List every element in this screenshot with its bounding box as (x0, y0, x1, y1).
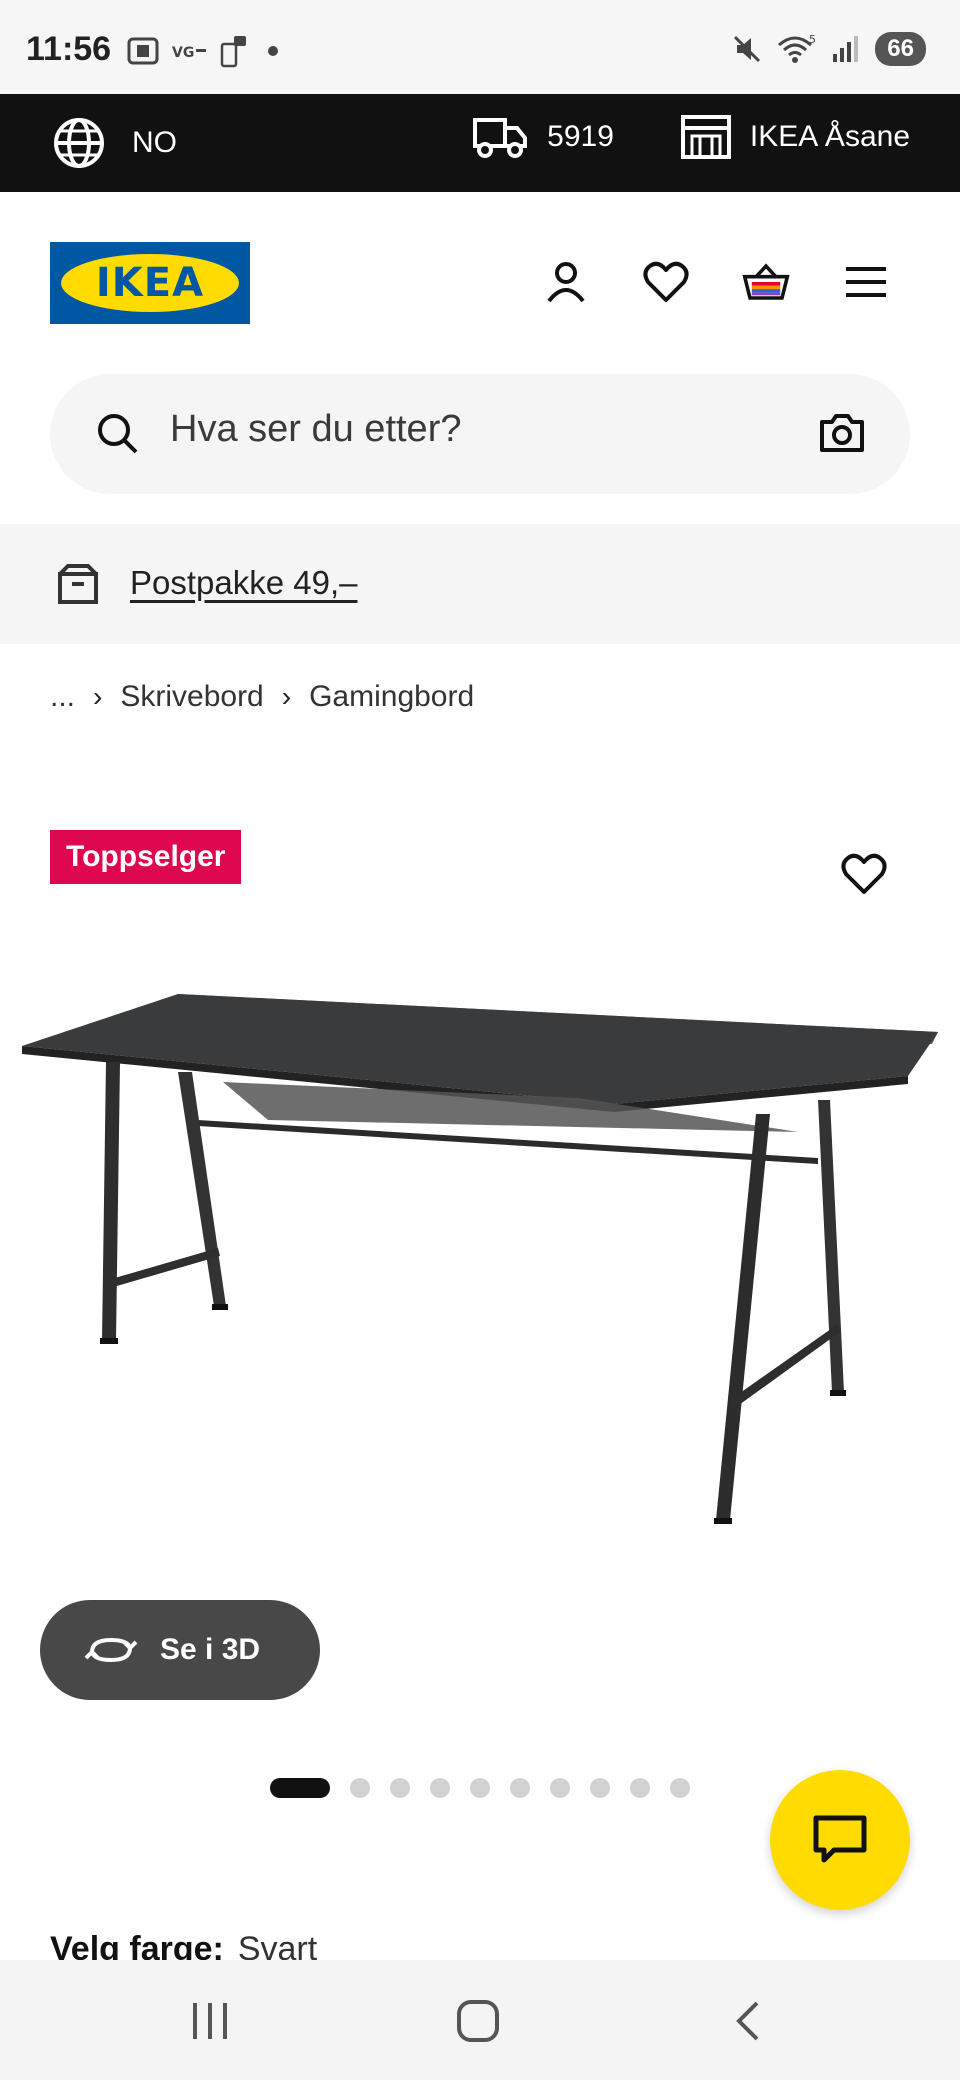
promo-banner: Postpakke 49,– (0, 524, 960, 644)
search-bar (50, 374, 910, 494)
wifi-icon: 5 (778, 33, 816, 63)
heart-icon[interactable] (642, 258, 690, 306)
sim-notification-icon (220, 36, 246, 68)
globe-icon (54, 118, 104, 168)
back-icon (736, 2001, 759, 2041)
breadcrumb-ellipsis[interactable]: ... (50, 680, 75, 714)
carousel-dot[interactable] (630, 1778, 650, 1798)
parcel-icon (58, 564, 98, 604)
search-icon[interactable] (96, 412, 140, 456)
status-bar: 11:56 VG 5 66 (0, 0, 960, 94)
status-time: 11:56 (26, 30, 112, 68)
vg-app-icon: VG (172, 45, 206, 61)
chevron-right-icon: › (281, 681, 292, 712)
image-carousel-indicator (270, 1778, 690, 1798)
svg-text:5: 5 (809, 33, 816, 46)
carousel-dot[interactable] (670, 1778, 690, 1798)
favorite-product-heart-icon[interactable] (840, 852, 888, 896)
status-notification-icons: VG (126, 34, 278, 68)
carousel-dot[interactable] (510, 1778, 530, 1798)
carousel-dot[interactable] (590, 1778, 610, 1798)
view-in-3d-label: Se i 3D (160, 1633, 261, 1666)
user-icon[interactable] (542, 258, 590, 306)
carousel-dot[interactable] (390, 1778, 410, 1798)
promo-link[interactable]: Postpakke 49,– (130, 564, 358, 602)
logo-text: IKEA (95, 260, 205, 306)
language-label: NO (132, 126, 177, 159)
notification-dot-icon (268, 46, 278, 56)
search-input[interactable] (170, 408, 730, 451)
home-button[interactable] (448, 1994, 508, 2048)
carousel-dot[interactable] (470, 1778, 490, 1798)
breadcrumb-item-skrivebord[interactable]: Skrivebord (120, 680, 263, 714)
screenshot-icon (127, 37, 159, 65)
mute-icon (734, 35, 761, 63)
battery-indicator: 66 (875, 32, 926, 66)
carousel-dot[interactable] (350, 1778, 370, 1798)
color-value: Svart (237, 1930, 318, 1960)
svg-text:VG: VG (172, 45, 194, 61)
top-strip: NO 5919 IKEA Åsane (0, 94, 960, 192)
language-selector[interactable]: NO (52, 116, 177, 170)
header: IKEA (0, 192, 960, 372)
camera-icon[interactable] (818, 412, 866, 454)
back-button[interactable] (718, 1994, 778, 2048)
carousel-dot[interactable] (430, 1778, 450, 1798)
chat-button[interactable] (770, 1770, 910, 1910)
rotate-3d-icon (84, 1637, 138, 1663)
status-system-icons: 5 66 (731, 32, 926, 66)
view-in-3d-button[interactable]: Se i 3D (40, 1600, 320, 1700)
carousel-dot[interactable] (270, 1778, 330, 1798)
store-icon[interactable] (680, 114, 732, 160)
carousel-dot[interactable] (550, 1778, 570, 1798)
bestseller-badge: Toppselger (50, 830, 242, 884)
hamburger-menu-icon[interactable] (842, 258, 890, 306)
cell-signal-icon (833, 36, 859, 62)
breadcrumb: ... › Skrivebord › Gamingbord (50, 680, 474, 714)
recents-button[interactable] (180, 1994, 240, 2048)
product-image[interactable] (18, 980, 942, 1540)
chat-icon (813, 1815, 867, 1863)
color-label: Velg farge: (50, 1930, 224, 1960)
shopping-bag-icon[interactable] (742, 258, 790, 306)
header-actions (542, 258, 890, 306)
breadcrumb-item-gamingbord[interactable]: Gamingbord (309, 680, 474, 714)
chevron-right-icon: › (93, 681, 103, 712)
recents-icon (193, 2003, 227, 2039)
location-group: 5919 IKEA Åsane (471, 114, 910, 160)
delivery-postcode[interactable]: 5919 (547, 120, 614, 154)
delivery-truck-icon[interactable] (471, 114, 529, 160)
color-selector-heading: Velg farge: Svart (50, 1930, 317, 1960)
store-name[interactable]: IKEA Åsane (750, 120, 910, 154)
system-navigation-bar (0, 1960, 960, 2080)
ikea-logo[interactable]: IKEA (50, 242, 250, 324)
home-icon (457, 2000, 499, 2042)
logo-ellipse: IKEA (61, 254, 239, 312)
